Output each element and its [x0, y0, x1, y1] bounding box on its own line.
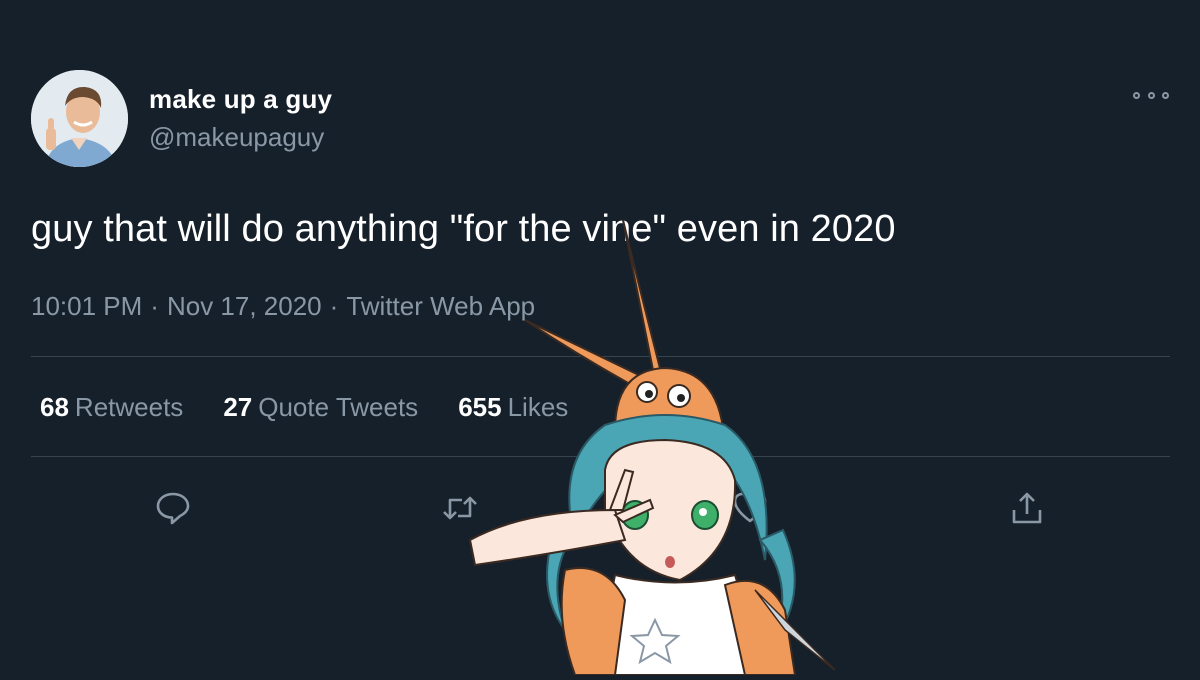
share-icon [1012, 492, 1042, 524]
divider [31, 456, 1170, 457]
retweet-icon [443, 496, 477, 520]
quote-tweets-stat[interactable]: 27 Quote Tweets [223, 392, 418, 423]
author-display-name[interactable]: make up a guy [149, 84, 332, 115]
likes-stat[interactable]: 655 Likes [458, 392, 568, 423]
likes-count: 655 [458, 392, 502, 422]
quote-tweets-count: 27 [223, 392, 253, 422]
tweet-metadata: 10:01 PM · Nov 17, 2020 · Twitter Web App [31, 291, 535, 322]
meta-separator: · [329, 291, 339, 321]
anime-character-sticker [465, 210, 845, 676]
tweet-date[interactable]: Nov 17, 2020 [167, 291, 322, 321]
tweet-source[interactable]: Twitter Web App [346, 291, 535, 321]
likes-label: Likes [507, 392, 569, 422]
reply-icon [156, 492, 190, 525]
tweet-stats: 68 Retweets 27 Quote Tweets 655 Likes [40, 392, 568, 423]
retweets-count: 68 [40, 392, 69, 422]
author-handle[interactable]: @makeupaguy [149, 122, 324, 153]
tweet-time[interactable]: 10:01 PM [31, 291, 142, 321]
tweet-text: guy that will do anything "for the vine"… [31, 208, 896, 250]
quote-tweets-label: Quote Tweets [258, 392, 419, 422]
like-button[interactable] [730, 488, 770, 528]
more-dot [1133, 91, 1140, 99]
share-button[interactable] [1007, 488, 1047, 528]
reply-button[interactable] [153, 488, 193, 528]
avatar[interactable] [31, 70, 128, 167]
meta-separator: · [150, 291, 159, 321]
more-dot [1147, 91, 1155, 99]
more-options-icon[interactable] [1133, 88, 1169, 102]
divider [31, 356, 1170, 357]
retweets-stat[interactable]: 68 Retweets [40, 392, 183, 423]
more-dot [1162, 91, 1169, 99]
retweet-button[interactable] [440, 488, 480, 528]
retweets-label: Retweets [74, 392, 184, 422]
avatar-photo [31, 70, 128, 167]
like-icon [733, 492, 767, 523]
